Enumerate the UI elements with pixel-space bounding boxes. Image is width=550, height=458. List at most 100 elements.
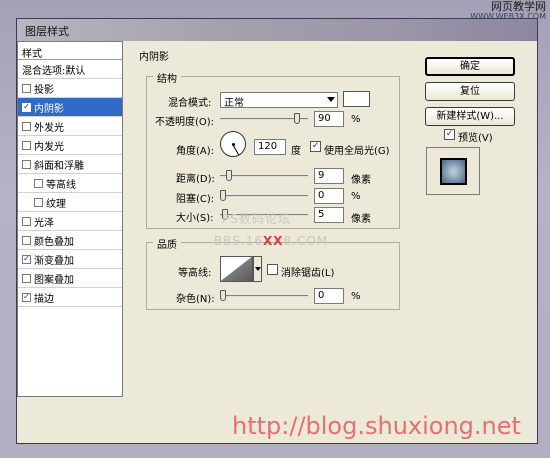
noise-label: 杂色(N):: [176, 294, 215, 305]
blend-mode-select[interactable]: 正常: [220, 92, 338, 109]
panel-title: 内阴影: [139, 52, 169, 63]
style-list-item[interactable]: 图案叠加: [18, 269, 122, 288]
style-checkbox[interactable]: [22, 140, 31, 150]
style-checkbox[interactable]: ✓: [22, 292, 31, 302]
opacity-label: 不透明度(O):: [155, 117, 215, 128]
style-list-item-label: 颜色叠加: [34, 236, 74, 248]
reset-button[interactable]: 复位: [425, 82, 515, 101]
choke-input[interactable]: 0: [314, 188, 344, 204]
distance-slider[interactable]: [220, 170, 308, 182]
opacity-slider-thumb[interactable]: [294, 113, 300, 124]
style-list-item[interactable]: 纹理: [18, 193, 122, 212]
contour-label: 等高线:: [178, 268, 212, 279]
window-title: 图层样式: [25, 25, 69, 38]
style-list-item-label: 外发光: [34, 122, 64, 134]
contour-picker[interactable]: [220, 256, 253, 282]
shadow-color-swatch[interactable]: [343, 91, 370, 107]
style-checkbox[interactable]: [22, 121, 31, 131]
preview-checkbox[interactable]: ✓: [444, 129, 455, 140]
angle-value: 120: [258, 141, 278, 152]
style-list-item-label: 描边: [34, 293, 54, 305]
opacity-input[interactable]: 90: [314, 111, 344, 127]
angle-label: 角度(A):: [176, 146, 215, 157]
style-list-item[interactable]: 光泽: [18, 212, 122, 231]
global-light-label[interactable]: 使用全局光(G): [324, 142, 390, 157]
style-list-item-label: 图案叠加: [34, 274, 74, 286]
style-list-item-label: 渐变叠加: [34, 255, 74, 267]
style-list-header[interactable]: 样式: [18, 42, 122, 60]
site-watermark-title: 网页教学网: [491, 0, 546, 13]
choke-slider[interactable]: [220, 190, 308, 202]
opacity-value: 90: [318, 113, 331, 124]
style-list-item-label: 纹理: [46, 198, 66, 210]
style-list-item-label: 混合选项:默认: [22, 65, 86, 77]
style-list-item[interactable]: 混合选项:默认: [18, 60, 122, 79]
style-list-item[interactable]: ✓ 内阴影: [18, 98, 122, 117]
blog-url-watermark: http://blog.shuxiong.net: [232, 412, 521, 440]
antialias-checkbox[interactable]: [267, 264, 278, 275]
style-list-item[interactable]: 投影: [18, 79, 122, 98]
noise-unit: %: [351, 291, 361, 302]
opacity-slider[interactable]: [220, 113, 308, 125]
style-checkbox[interactable]: ✓: [22, 254, 31, 264]
distance-slider-thumb[interactable]: [226, 170, 232, 181]
style-list-item[interactable]: 斜面和浮雕: [18, 155, 122, 174]
distance-label: 距离(D):: [176, 174, 215, 185]
style-preview: [426, 147, 480, 195]
blend-mode-value: 正常: [224, 98, 244, 109]
style-list-item[interactable]: 等高线: [18, 174, 122, 193]
noise-slider-thumb[interactable]: [220, 290, 226, 301]
distance-unit: 像素: [351, 175, 371, 186]
style-list-item-label: 等高线: [46, 179, 76, 191]
contour-curve-icon: [221, 257, 252, 281]
distance-value: 9: [318, 170, 325, 181]
angle-unit: 度: [291, 146, 301, 157]
chevron-down-icon: [255, 267, 261, 271]
choke-value: 0: [318, 190, 325, 201]
angle-dial[interactable]: [220, 131, 246, 157]
structure-group-title: 结构: [153, 70, 181, 85]
style-checkbox[interactable]: [22, 83, 31, 93]
style-checkbox[interactable]: ✓: [22, 102, 31, 112]
forum-url-watermark: BBS.16XX8.COM: [214, 234, 328, 248]
site-watermark: 网页教学网 WWW.WEB3X.COM: [470, 0, 546, 22]
antialias-label[interactable]: 消除锯齿(L): [281, 264, 334, 279]
style-list-item-label: 内阴影: [34, 103, 64, 115]
preview-label[interactable]: 预览(V): [458, 129, 493, 144]
ok-button[interactable]: 确定: [425, 57, 515, 76]
size-label: 大小(S):: [176, 213, 214, 224]
style-checkbox[interactable]: [34, 178, 43, 188]
style-list-item-label: 光泽: [34, 217, 54, 229]
global-light-checkbox[interactable]: ✓: [310, 141, 321, 152]
blend-mode-label: 混合模式:: [168, 98, 212, 109]
size-value: 5: [318, 209, 325, 220]
style-checkbox[interactable]: [22, 235, 31, 245]
quality-group-title: 品质: [153, 236, 181, 251]
style-checkbox[interactable]: [34, 197, 43, 207]
style-checkbox[interactable]: [22, 273, 31, 283]
forum-url-part-c: 8.COM: [283, 234, 329, 248]
style-list: 样式 混合选项:默认 投影 ✓ 内阴影 外发光 内发光 斜面和浮雕 等高线 纹理 光泽 颜色叠加 ✓ 渐…: [17, 41, 123, 397]
choke-slider-thumb[interactable]: [220, 190, 226, 201]
style-checkbox[interactable]: [22, 216, 31, 226]
size-input[interactable]: 5: [314, 207, 344, 223]
style-list-item[interactable]: 内发光: [18, 136, 122, 155]
title-bar[interactable]: 图层样式: [17, 19, 537, 41]
style-list-rows: 混合选项:默认 投影 ✓ 内阴影 外发光 内发光 斜面和浮雕 等高线 纹理 光泽 颜色叠加 ✓ 渐变叠加…: [18, 60, 122, 307]
style-list-item[interactable]: 颜色叠加: [18, 231, 122, 250]
style-list-item[interactable]: 外发光: [18, 117, 122, 136]
forum-url-part-b: XX: [262, 234, 284, 248]
new-style-button[interactable]: 新建样式(W)...: [425, 107, 515, 126]
noise-slider[interactable]: [220, 290, 308, 302]
noise-input[interactable]: 0: [314, 288, 344, 304]
noise-value: 0: [318, 290, 325, 301]
opacity-unit: %: [351, 114, 361, 125]
style-list-item[interactable]: ✓ 描边: [18, 288, 122, 307]
size-unit: 像素: [351, 214, 371, 225]
contour-dropdown[interactable]: [253, 256, 262, 282]
angle-input[interactable]: 120: [254, 139, 286, 155]
style-list-item[interactable]: ✓ 渐变叠加: [18, 250, 122, 269]
distance-input[interactable]: 9: [314, 168, 344, 184]
style-checkbox[interactable]: [22, 159, 31, 169]
style-list-item-label: 投影: [34, 84, 54, 96]
